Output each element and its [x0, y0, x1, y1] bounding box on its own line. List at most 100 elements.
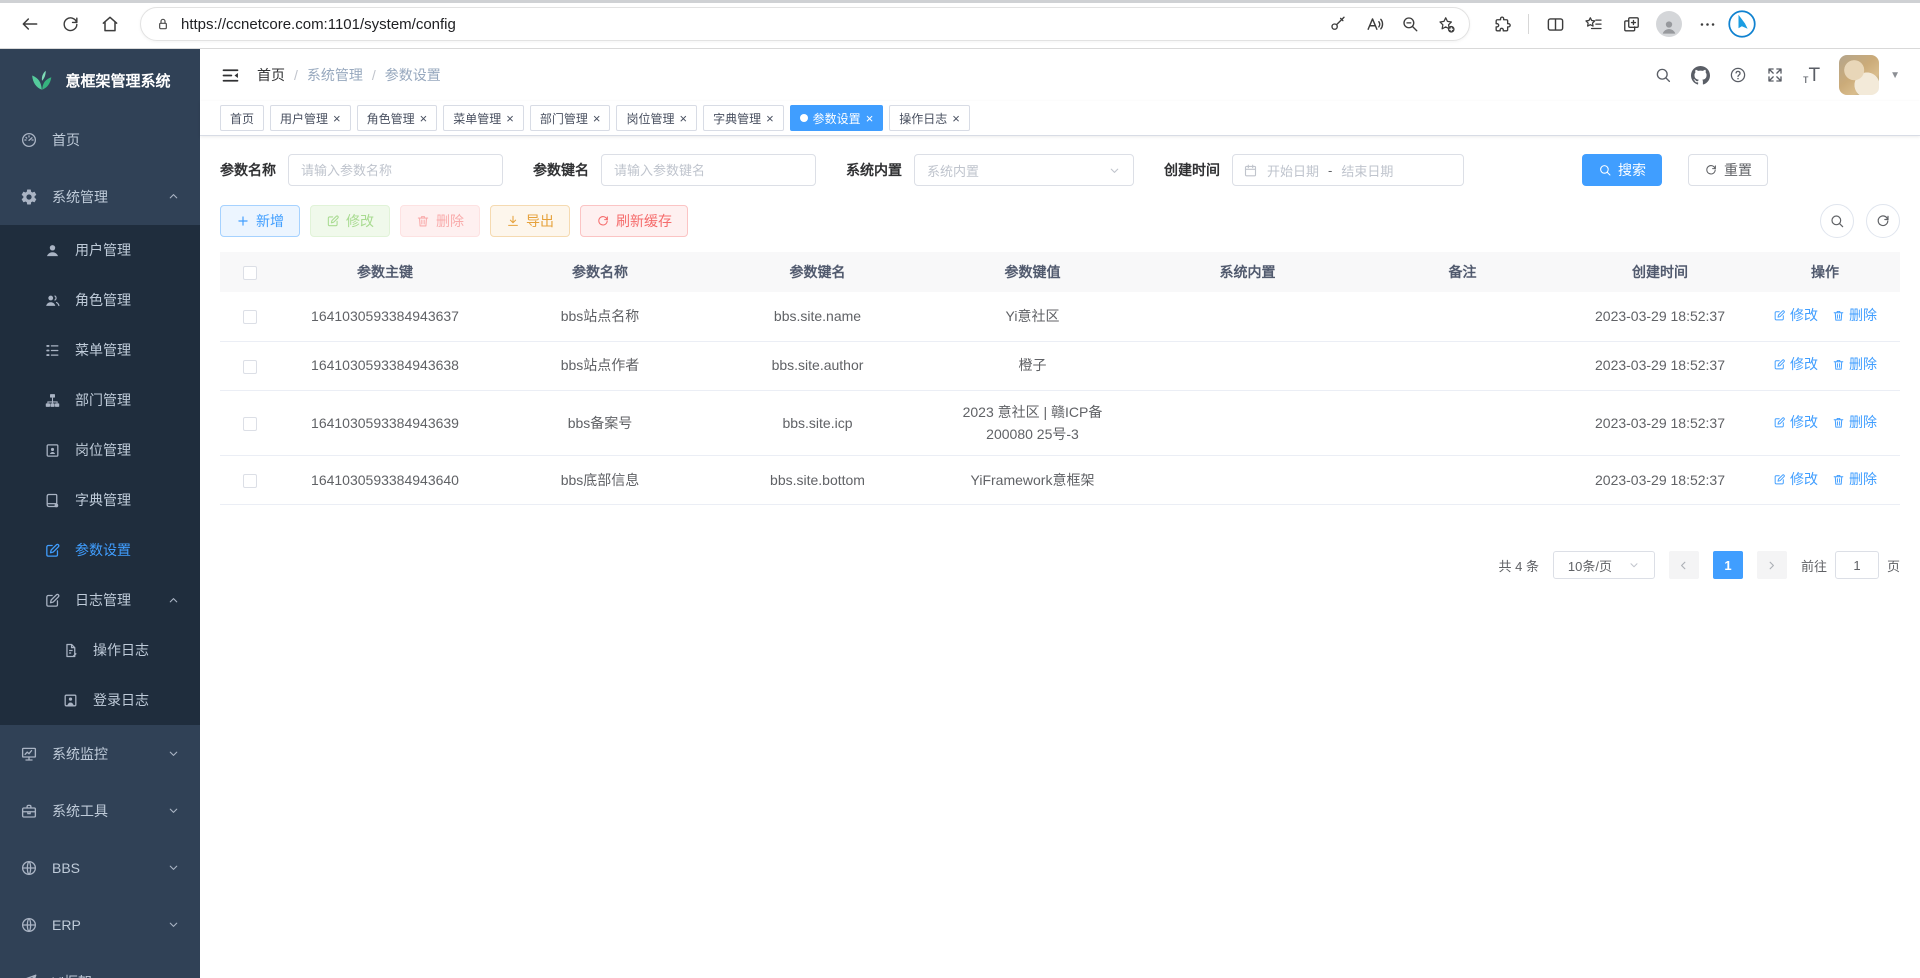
collections-icon[interactable]	[1613, 7, 1649, 41]
end-date-placeholder[interactable]: 结束日期	[1341, 161, 1393, 180]
row-edit-link[interactable]: 修改	[1773, 353, 1818, 375]
show-search-toggle-button[interactable]	[1820, 204, 1854, 238]
refresh-table-button[interactable]	[1866, 204, 1900, 238]
row-delete-link[interactable]: 删除	[1832, 304, 1877, 326]
page-number-button[interactable]: 1	[1713, 551, 1743, 579]
font-size-icon[interactable]: тT	[1803, 66, 1820, 85]
edit-button[interactable]: 修改	[310, 205, 390, 237]
tab-menu-mgmt[interactable]: 菜单管理×	[443, 105, 524, 131]
avatar[interactable]	[1839, 55, 1879, 95]
refresh-cache-button[interactable]: 刷新缓存	[580, 205, 688, 237]
reset-button[interactable]: 重置	[1688, 154, 1768, 186]
tab-operation-log[interactable]: 操作日志×	[889, 105, 970, 131]
row-checkbox[interactable]	[243, 310, 257, 324]
row-delete-link[interactable]: 删除	[1832, 468, 1877, 490]
sidebar-item-login-log[interactable]: 登录日志	[0, 675, 200, 725]
add-favorite-icon[interactable]	[1431, 10, 1461, 38]
row-checkbox[interactable]	[243, 360, 257, 374]
sidebar-item-bbs[interactable]: BBS	[0, 839, 200, 896]
favorites-icon[interactable]	[1575, 7, 1611, 41]
param-key-input[interactable]	[601, 154, 816, 186]
add-button[interactable]: 新增	[220, 205, 300, 237]
prev-page-button[interactable]	[1669, 551, 1699, 579]
search-button[interactable]: 搜索	[1582, 154, 1662, 186]
breadcrumb-system-mgmt[interactable]: 系统管理	[307, 65, 363, 85]
date-range-picker[interactable]: 开始日期 - 结束日期	[1232, 154, 1464, 186]
password-key-icon[interactable]	[1323, 10, 1353, 38]
export-button[interactable]: 导出	[490, 205, 570, 237]
close-icon[interactable]: ×	[593, 112, 601, 125]
split-screen-icon[interactable]	[1537, 7, 1573, 41]
sidebar-item-operation-log[interactable]: 操作日志	[0, 625, 200, 675]
close-icon[interactable]: ×	[866, 112, 874, 125]
cell-created: 2023-03-29 18:52:37	[1570, 341, 1750, 390]
col-actions: 操作	[1750, 252, 1900, 292]
start-date-placeholder[interactable]: 开始日期	[1267, 161, 1319, 180]
sidebar-item-home[interactable]: 首页	[0, 111, 200, 168]
fullscreen-icon[interactable]	[1766, 66, 1784, 84]
collapse-sidebar-icon[interactable]	[220, 65, 241, 86]
edit-pen-icon	[1773, 473, 1786, 486]
builtin-select[interactable]: 系统内置	[914, 154, 1134, 186]
sidebar-item-system-tools[interactable]: 系统工具	[0, 782, 200, 839]
goto-page-input[interactable]	[1835, 551, 1879, 579]
url-text[interactable]: https://ccnetcore.com:1101/system/config	[181, 16, 1313, 33]
github-icon[interactable]	[1691, 66, 1710, 85]
close-icon[interactable]: ×	[952, 112, 960, 125]
sidebar-item-log-mgmt[interactable]: 日志管理	[0, 575, 200, 625]
tab-param-settings[interactable]: 参数设置×	[790, 105, 884, 131]
reload-icon[interactable]	[52, 7, 88, 41]
select-all-checkbox[interactable]	[243, 266, 257, 280]
caret-down-icon[interactable]: ▼	[1890, 70, 1900, 81]
next-page-button[interactable]	[1757, 551, 1787, 579]
close-icon[interactable]: ×	[333, 112, 341, 125]
close-icon[interactable]: ×	[420, 112, 428, 125]
extensions-icon[interactable]	[1484, 7, 1520, 41]
sidebar-item-param-settings[interactable]: 参数设置	[0, 525, 200, 575]
tab-user-mgmt[interactable]: 用户管理×	[270, 105, 351, 131]
row-checkbox[interactable]	[243, 417, 257, 431]
cell-param-name: bbs站点名称	[490, 292, 710, 341]
close-icon[interactable]: ×	[506, 112, 514, 125]
tab-dict-mgmt[interactable]: 字典管理×	[703, 105, 784, 131]
search-icon[interactable]	[1654, 66, 1672, 84]
tab-dept-mgmt[interactable]: 部门管理×	[530, 105, 611, 131]
close-icon[interactable]: ×	[766, 112, 774, 125]
param-name-input[interactable]	[288, 154, 503, 186]
sidebar-item-system-mgmt[interactable]: 系统管理	[0, 168, 200, 225]
app-logo[interactable]: 意框架管理系统	[0, 49, 200, 111]
help-icon[interactable]	[1729, 66, 1747, 84]
row-edit-link[interactable]: 修改	[1773, 411, 1818, 433]
zoom-out-icon[interactable]	[1395, 10, 1425, 38]
delete-button[interactable]: 删除	[400, 205, 480, 237]
bing-chat-icon[interactable]	[1727, 9, 1757, 39]
sidebar-item-system-monitor[interactable]: 系统监控	[0, 725, 200, 782]
page-size-select[interactable]: 10条/页	[1553, 551, 1655, 579]
row-edit-link[interactable]: 修改	[1773, 304, 1818, 326]
home-icon[interactable]	[92, 7, 128, 41]
sidebar-item-dict-mgmt[interactable]: 字典管理	[0, 475, 200, 525]
row-delete-link[interactable]: 删除	[1832, 353, 1877, 375]
breadcrumb-home[interactable]: 首页	[257, 65, 285, 85]
row-edit-link[interactable]: 修改	[1773, 468, 1818, 490]
sidebar-item-dept-mgmt[interactable]: 部门管理	[0, 375, 200, 425]
cell-created: 2023-03-29 18:52:37	[1570, 456, 1750, 505]
sidebar-item-erp[interactable]: ERP	[0, 896, 200, 953]
read-aloud-icon[interactable]	[1359, 10, 1389, 38]
browser-profile-icon[interactable]	[1651, 7, 1687, 41]
row-checkbox[interactable]	[243, 474, 257, 488]
back-icon[interactable]	[12, 7, 48, 41]
close-icon[interactable]: ×	[679, 112, 687, 125]
tab-role-mgmt[interactable]: 角色管理×	[357, 105, 438, 131]
sidebar-item-yi-framework[interactable]: Yi框架	[0, 953, 200, 978]
sidebar-item-menu-mgmt[interactable]: 菜单管理	[0, 325, 200, 375]
tab-post-mgmt[interactable]: 岗位管理×	[616, 105, 697, 131]
sidebar-item-role-mgmt[interactable]: 角色管理	[0, 275, 200, 325]
tab-home[interactable]: 首页	[220, 105, 264, 131]
active-tab-dot	[800, 114, 808, 122]
sidebar-item-post-mgmt[interactable]: 岗位管理	[0, 425, 200, 475]
more-menu-icon[interactable]	[1689, 7, 1725, 41]
sidebar-item-user-mgmt[interactable]: 用户管理	[0, 225, 200, 275]
row-delete-link[interactable]: 删除	[1832, 411, 1877, 433]
address-bar[interactable]: https://ccnetcore.com:1101/system/config	[140, 7, 1470, 41]
